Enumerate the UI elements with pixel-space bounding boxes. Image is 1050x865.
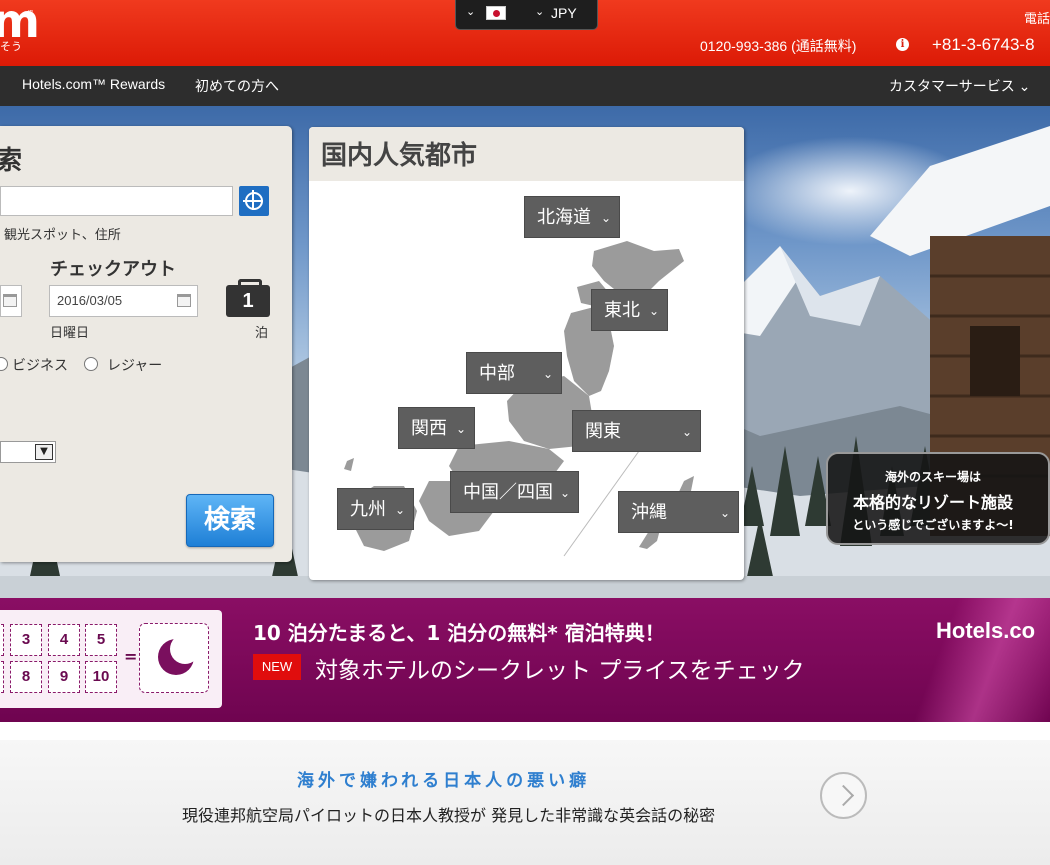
nav-rewards-link[interactable]: Hotels.com™ Rewards [22, 76, 165, 92]
region-label: 中国／四国 [463, 482, 553, 503]
ski-promo-line1: 海外のスキー場は [884, 470, 981, 484]
checkout-date-value: 2016/03/05 [57, 293, 123, 308]
rewards-banner[interactable]: 3 4 5 8 9 10 = 10 泊分たまると、1 泊分の無料* 宿泊特典！ … [0, 598, 1050, 722]
stamp-cell: 9 [48, 661, 80, 693]
new-badge: NEW [253, 654, 301, 680]
currency-selector[interactable]: JPY [551, 5, 577, 21]
chevron-right-icon[interactable] [820, 772, 867, 819]
banner-highlight [900, 598, 1050, 722]
stamp-cell: 4 [48, 624, 80, 656]
chevron-down-icon: ⌄ [455, 422, 466, 436]
phone-international: +81-3-6743-8 [932, 35, 1035, 54]
chevron-down-icon: ⌄ [719, 506, 730, 520]
ski-promo-line2: 本格的なリゾート施設 [852, 493, 1013, 512]
chevron-down-icon: ⌄ [559, 486, 570, 500]
locale-selector[interactable]: ⌄ ⌄ JPY [455, 0, 598, 30]
nights-unit: 泊 [255, 326, 269, 341]
main-nav: Hotels.com™ Rewards 初めての方へ カスタマーサービス ⌄ [0, 66, 1050, 106]
free-night-stamp [139, 623, 209, 693]
stamp-cell: 8 [10, 661, 42, 693]
crosshair-icon [243, 200, 263, 202]
region-okinawa-button[interactable]: 沖縄 ⌄ [618, 491, 739, 533]
chevron-down-icon: ⌄ [648, 304, 659, 318]
cities-title: 国内人気都市 [321, 141, 478, 171]
stamp-cell [0, 624, 4, 656]
trip-leisure-label[interactable]: レジャー [107, 355, 162, 375]
moon-icon [158, 634, 200, 675]
region-kanto-button[interactable]: 関東 ⌄ [572, 410, 701, 452]
ski-promo-line3: という感じでございますよ〜! [852, 518, 1014, 532]
stamp-card: 3 4 5 8 9 10 = [0, 610, 222, 708]
hotel-search-panel: 索 観光スポット、住所 チェックアウト 2016/03/05 日曜日 1 泊 ビ… [0, 126, 292, 562]
hotels-brand-text: Hotels.co [936, 618, 1036, 643]
region-label: 中部 [479, 363, 515, 384]
trademark-mark: ™ [27, 9, 34, 17]
destination-hint: 観光スポット、住所 [4, 228, 121, 243]
region-label: 関東 [585, 421, 621, 442]
cities-header: 国内人気都市 [309, 127, 744, 181]
stamp-cell: 5 [85, 624, 117, 656]
chevron-down-icon: ▼ [35, 444, 53, 460]
chevron-down-icon: ⌄ [542, 367, 553, 381]
region-chubu-button[interactable]: 中部 ⌄ [466, 352, 562, 394]
chevron-down-icon: ⌄ [466, 5, 476, 18]
ad-title[interactable]: 海外で嫌われる日本人の悪い癖 [297, 766, 590, 791]
nights-count: 1 [226, 279, 270, 317]
phone-tollfree: 0120-993-386 (通話無料) [700, 38, 857, 54]
region-tohoku-button[interactable]: 東北 ⌄ [591, 289, 668, 331]
popular-cities-panel: 国内人気都市 北海道 ⌄ 東北 ⌄ 中部 ⌄ 関西 ⌄ 関東 ⌄ 中国／四国 ⌄… [309, 127, 744, 580]
guests-select[interactable]: ▼ [0, 441, 56, 463]
checkout-label: チェックアウト [50, 259, 176, 280]
search-button[interactable]: 検索 [186, 494, 274, 547]
checkin-date-input[interactable] [0, 285, 22, 317]
logo-subtext: そう [0, 40, 22, 53]
chevron-down-icon: ⌄ [535, 5, 545, 18]
region-label: 北海道 [537, 207, 591, 228]
checkout-date-input[interactable]: 2016/03/05 [49, 285, 198, 317]
region-label: 東北 [604, 300, 640, 321]
ad-subtitle[interactable]: 現役連邦航空局パイロットの日本人教授が 発見した非常識な英会話の秘密 [182, 802, 715, 826]
region-label: 関西 [411, 418, 447, 439]
checkout-weekday: 日曜日 [50, 326, 90, 341]
trip-leisure-radio[interactable] [84, 357, 98, 371]
region-hokkaido-button[interactable]: 北海道 ⌄ [524, 196, 620, 238]
search-title: 索 [0, 146, 23, 176]
region-label: 九州 [350, 499, 386, 520]
nav-customer-service-menu[interactable]: カスタマーサービス ⌄ [889, 76, 1030, 96]
trip-business-label[interactable]: ビジネス [12, 355, 68, 375]
advertisement[interactable]: 海外で嫌われる日本人の悪い癖 現役連邦航空局パイロットの日本人教授が 発見した非… [0, 740, 1050, 865]
chevron-down-icon: ⌄ [394, 503, 405, 517]
equals-sign: = [124, 647, 138, 666]
japan-flag-icon [486, 6, 506, 20]
stamp-cell: 3 [10, 624, 42, 656]
stamp-cell [0, 661, 4, 693]
stamp-cell: 10 [85, 661, 117, 693]
chevron-down-icon: ⌄ [600, 211, 611, 225]
calendar-icon[interactable] [177, 294, 191, 307]
region-label: 沖縄 [631, 502, 667, 523]
region-chugoku-shikoku-button[interactable]: 中国／四国 ⌄ [450, 471, 579, 513]
ski-resort-promo[interactable]: 海外のスキー場は 本格的なリゾート施設 という感じでございますよ〜! [826, 452, 1050, 545]
nav-first-time-link[interactable]: 初めての方へ [195, 76, 279, 96]
calendar-icon[interactable] [3, 294, 17, 307]
secret-price-link[interactable]: 対象ホテルのシークレット プライスをチェック [315, 651, 805, 685]
destination-input[interactable] [0, 186, 233, 216]
region-kyushu-button[interactable]: 九州 ⌄ [337, 488, 414, 530]
info-icon[interactable]: i [896, 38, 909, 51]
phone-label: 電話 [1024, 12, 1050, 27]
rewards-headline: 10 泊分たまると、1 泊分の無料* 宿泊特典！ [253, 621, 665, 645]
site-header: m ™ そう ⌄ ⌄ JPY 電話 0120-993-386 (通話無料) i … [0, 0, 1050, 66]
region-kansai-button[interactable]: 関西 ⌄ [398, 407, 475, 449]
chevron-down-icon: ⌄ [681, 425, 692, 439]
trip-business-radio[interactable] [0, 357, 8, 371]
